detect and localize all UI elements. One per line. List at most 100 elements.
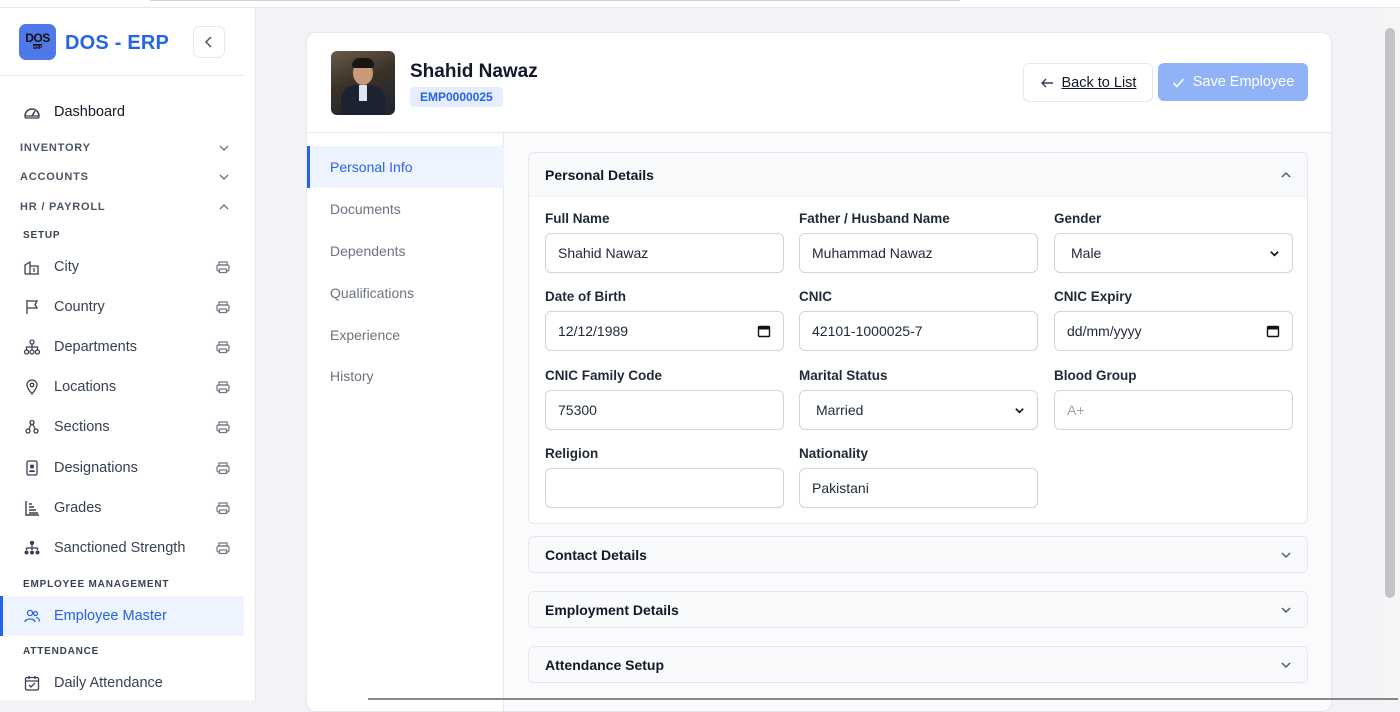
brand-header: DOS ERP DOS - ERP (0, 8, 244, 76)
sidebar-item-city[interactable]: City (22, 255, 232, 279)
sidebar-item-label: Country (54, 299, 105, 315)
employee-form-card: Shahid Nawaz EMP0000025 Back to List Sav… (306, 32, 1332, 712)
chevron-up-icon[interactable] (1279, 168, 1293, 182)
page-scrollbar-thumb[interactable] (1385, 28, 1395, 598)
chevron-down-icon (219, 174, 229, 180)
tab-personal-info[interactable]: Personal Info (307, 146, 504, 188)
printer-icon[interactable] (214, 459, 232, 477)
collapse-sidebar-button[interactable] (193, 26, 225, 58)
printer-icon[interactable] (214, 338, 232, 356)
tab-documents[interactable]: Documents (307, 188, 504, 230)
calendar-check-icon (22, 673, 42, 693)
section-label: INVENTORY (20, 142, 91, 154)
id-badge-icon (22, 458, 42, 478)
father-name-input[interactable]: Muhammad Nawaz (799, 233, 1038, 273)
tab-experience[interactable]: Experience (307, 314, 504, 356)
flag-icon (22, 297, 42, 317)
printer-icon[interactable] (214, 298, 232, 316)
employee-tabs: Personal Info Documents Dependents Quali… (307, 133, 504, 711)
chevron-down-icon (219, 145, 229, 151)
section-title: Attendance Setup (545, 657, 665, 673)
sidebar-item-label: Dashboard (54, 104, 125, 120)
printer-icon[interactable] (214, 539, 232, 557)
marital-status-select[interactable]: Married (799, 390, 1038, 430)
gender-select[interactable]: Male (1054, 233, 1293, 273)
input-placeholder: A+ (1067, 402, 1085, 418)
back-to-list-button[interactable]: Back to List (1023, 63, 1153, 102)
sidebar-item-daily-attendance[interactable]: Daily Attendance (22, 671, 232, 695)
sidebar-item-designations[interactable]: Designations (22, 456, 232, 480)
sidebar-item-departments[interactable]: Departments (22, 335, 232, 359)
cnic-family-code-input[interactable]: 75300 (545, 390, 784, 430)
sidebar-item-grades[interactable]: Grades (22, 496, 232, 520)
save-employee-button[interactable]: Save Employee (1158, 63, 1308, 101)
full-name-label: Full Name (545, 211, 610, 226)
sidebar-item-label: Designations (54, 460, 138, 476)
map-pin-icon (22, 377, 42, 397)
dob-input[interactable]: 12/12/1989 (545, 311, 784, 351)
chevron-down-icon (1014, 405, 1025, 416)
sidebar-item-sections[interactable]: Sections (22, 415, 232, 439)
input-value: Shahid Nawaz (558, 245, 649, 261)
tab-panel: Personal Details Full Name Shahid Nawaz … (504, 133, 1331, 711)
attendance-setup-section[interactable]: Attendance Setup (528, 646, 1308, 683)
arrow-left-icon (1040, 78, 1053, 87)
nationality-input[interactable]: Pakistani (799, 468, 1038, 508)
org-chart-icon (22, 337, 42, 357)
chevron-down-icon (1279, 548, 1293, 562)
app-logo: DOS ERP (19, 24, 56, 60)
chevron-left-icon (204, 36, 212, 48)
sidebar-item-country[interactable]: Country (22, 295, 232, 319)
input-placeholder: dd/mm/yyyy (1067, 323, 1142, 339)
sidebar-item-employee-master[interactable]: Employee Master (22, 604, 232, 628)
blood-group-input[interactable]: A+ (1054, 390, 1293, 430)
sidebar-section-hr-payroll[interactable]: HR / PAYROLL (20, 201, 230, 213)
sidebar-item-label: Daily Attendance (54, 675, 163, 691)
sidebar-item-label: Sections (54, 419, 110, 435)
printer-icon[interactable] (214, 378, 232, 396)
section-label: ACCOUNTS (20, 171, 89, 183)
section-title: Contact Details (545, 547, 647, 563)
section-label: HR / PAYROLL (20, 201, 106, 213)
sidebar: DOS ERP DOS - ERP Dashboard INVENTORY ACC… (0, 8, 256, 700)
sections-icon (22, 417, 42, 437)
tab-qualifications[interactable]: Qualifications (307, 272, 504, 314)
printer-icon[interactable] (214, 258, 232, 276)
back-label: Back to List (1061, 74, 1137, 91)
calendar-icon[interactable] (1266, 324, 1280, 338)
input-value: 12/12/1989 (558, 323, 629, 339)
cnic-expiry-input[interactable]: dd/mm/yyyy (1054, 311, 1293, 351)
browser-top-bar (0, 0, 1400, 8)
sidebar-item-sanctioned-strength[interactable]: Sanctioned Strength (22, 536, 232, 560)
dob-label: Date of Birth (545, 289, 626, 304)
users-icon (22, 606, 42, 626)
employment-details-section[interactable]: Employment Details (528, 591, 1308, 628)
employee-name: Shahid Nawaz (410, 61, 538, 82)
section-title: Employment Details (545, 602, 679, 618)
contact-details-section[interactable]: Contact Details (528, 536, 1308, 573)
printer-icon[interactable] (214, 418, 232, 436)
full-name-input[interactable]: Shahid Nawaz (545, 233, 784, 273)
sidebar-item-label: Grades (54, 500, 102, 516)
sidebar-item-dashboard[interactable]: Dashboard (22, 101, 125, 123)
sidebar-section-inventory[interactable]: INVENTORY (20, 142, 230, 154)
cnic-input[interactable]: 42101-1000025-7 (799, 311, 1038, 351)
dashboard-gauge-icon (24, 108, 40, 119)
hierarchy-icon (22, 538, 42, 558)
cnic-expiry-label: CNIC Expiry (1054, 289, 1133, 304)
employee-photo (331, 51, 395, 115)
setup-heading: SETUP (23, 230, 61, 241)
sidebar-item-locations[interactable]: Locations (22, 375, 232, 399)
gender-label: Gender (1054, 211, 1102, 226)
printer-icon[interactable] (214, 499, 232, 517)
sidebar-section-accounts[interactable]: ACCOUNTS (20, 171, 230, 183)
religion-input[interactable] (545, 468, 784, 508)
calendar-icon[interactable] (757, 324, 771, 338)
chevron-up-icon (219, 204, 229, 210)
employee-code-badge: EMP0000025 (410, 87, 503, 107)
tab-history[interactable]: History (307, 355, 504, 397)
section-title: Personal Details (545, 167, 654, 183)
employee-header: Shahid Nawaz EMP0000025 Back to List Sav… (307, 33, 1331, 133)
tab-dependents[interactable]: Dependents (307, 230, 504, 272)
app-name: DOS - ERP (65, 32, 170, 54)
